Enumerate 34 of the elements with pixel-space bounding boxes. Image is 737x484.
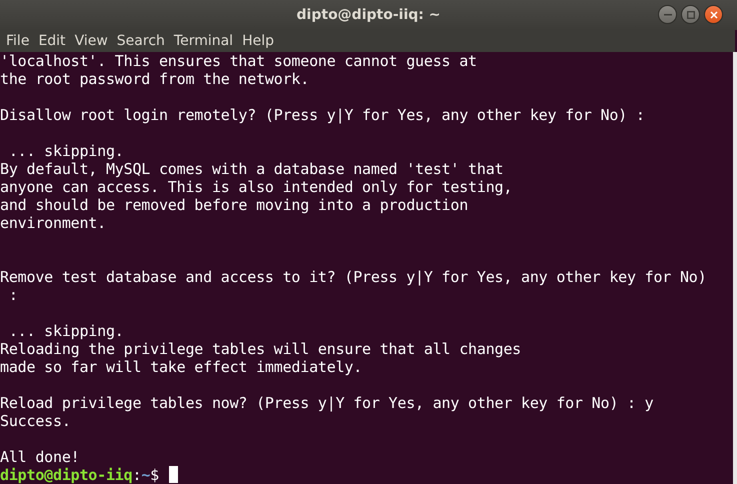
terminal-line: Reload privilege tables now? (Press y|Y for Yes, any other key for No) : y <box>0 394 654 412</box>
prompt-separator: : <box>132 466 142 484</box>
terminal-line: made so far will take effect immediately. <box>0 358 364 376</box>
terminal-line: Disallow root login remotely? (Press y|Y for Yes, any other key for No) : <box>0 106 646 124</box>
close-icon <box>710 10 718 18</box>
window-title: dipto@dipto-iiq: ~ <box>296 7 440 23</box>
terminal-line: Success. <box>0 412 72 430</box>
minimize-icon <box>664 14 672 16</box>
terminal-line: ... skipping. <box>8 322 125 340</box>
terminal-line: All done! <box>0 448 80 466</box>
prompt-user-host: dipto@dipto-iiq <box>0 466 132 484</box>
prompt-path: ~ <box>141 466 150 484</box>
terminal-line: anyone can access. This is also intended only for testing, <box>0 178 514 196</box>
prompt-symbol: $ <box>150 466 159 484</box>
terminal-line: Remove test database and access to it? (Press y|Y for Yes, any other key for No) <box>0 268 708 286</box>
terminal-line: Reloading the privilege tables will ensure that all changes <box>0 340 522 358</box>
terminal-line: 'localhost'. This ensures that someone cannot guess at <box>0 52 478 70</box>
close-button[interactable] <box>704 5 723 24</box>
terminal-line: By default, MySQL comes with a database named 'test' that <box>0 160 504 178</box>
terminal-line: and should be removed before moving into a production <box>0 196 470 214</box>
text-cursor <box>168 466 178 483</box>
terminal-line: ... skipping. <box>8 142 125 160</box>
menu-item[interactable]: View <box>70 30 112 52</box>
maximize-icon <box>686 10 694 18</box>
menu-item[interactable]: Terminal <box>170 30 238 52</box>
terminal-line: : <box>8 286 19 304</box>
terminal-line: environment. <box>0 214 107 232</box>
menu-item[interactable]: Search <box>112 30 169 52</box>
menu-item[interactable]: File <box>2 30 34 52</box>
maximize-button[interactable] <box>681 5 700 24</box>
terminal-line: the root password from the network. <box>0 70 310 88</box>
minimize-button[interactable] <box>658 5 677 24</box>
menu-item[interactable]: Help <box>238 30 278 52</box>
menu-item[interactable]: Edit <box>34 30 70 52</box>
